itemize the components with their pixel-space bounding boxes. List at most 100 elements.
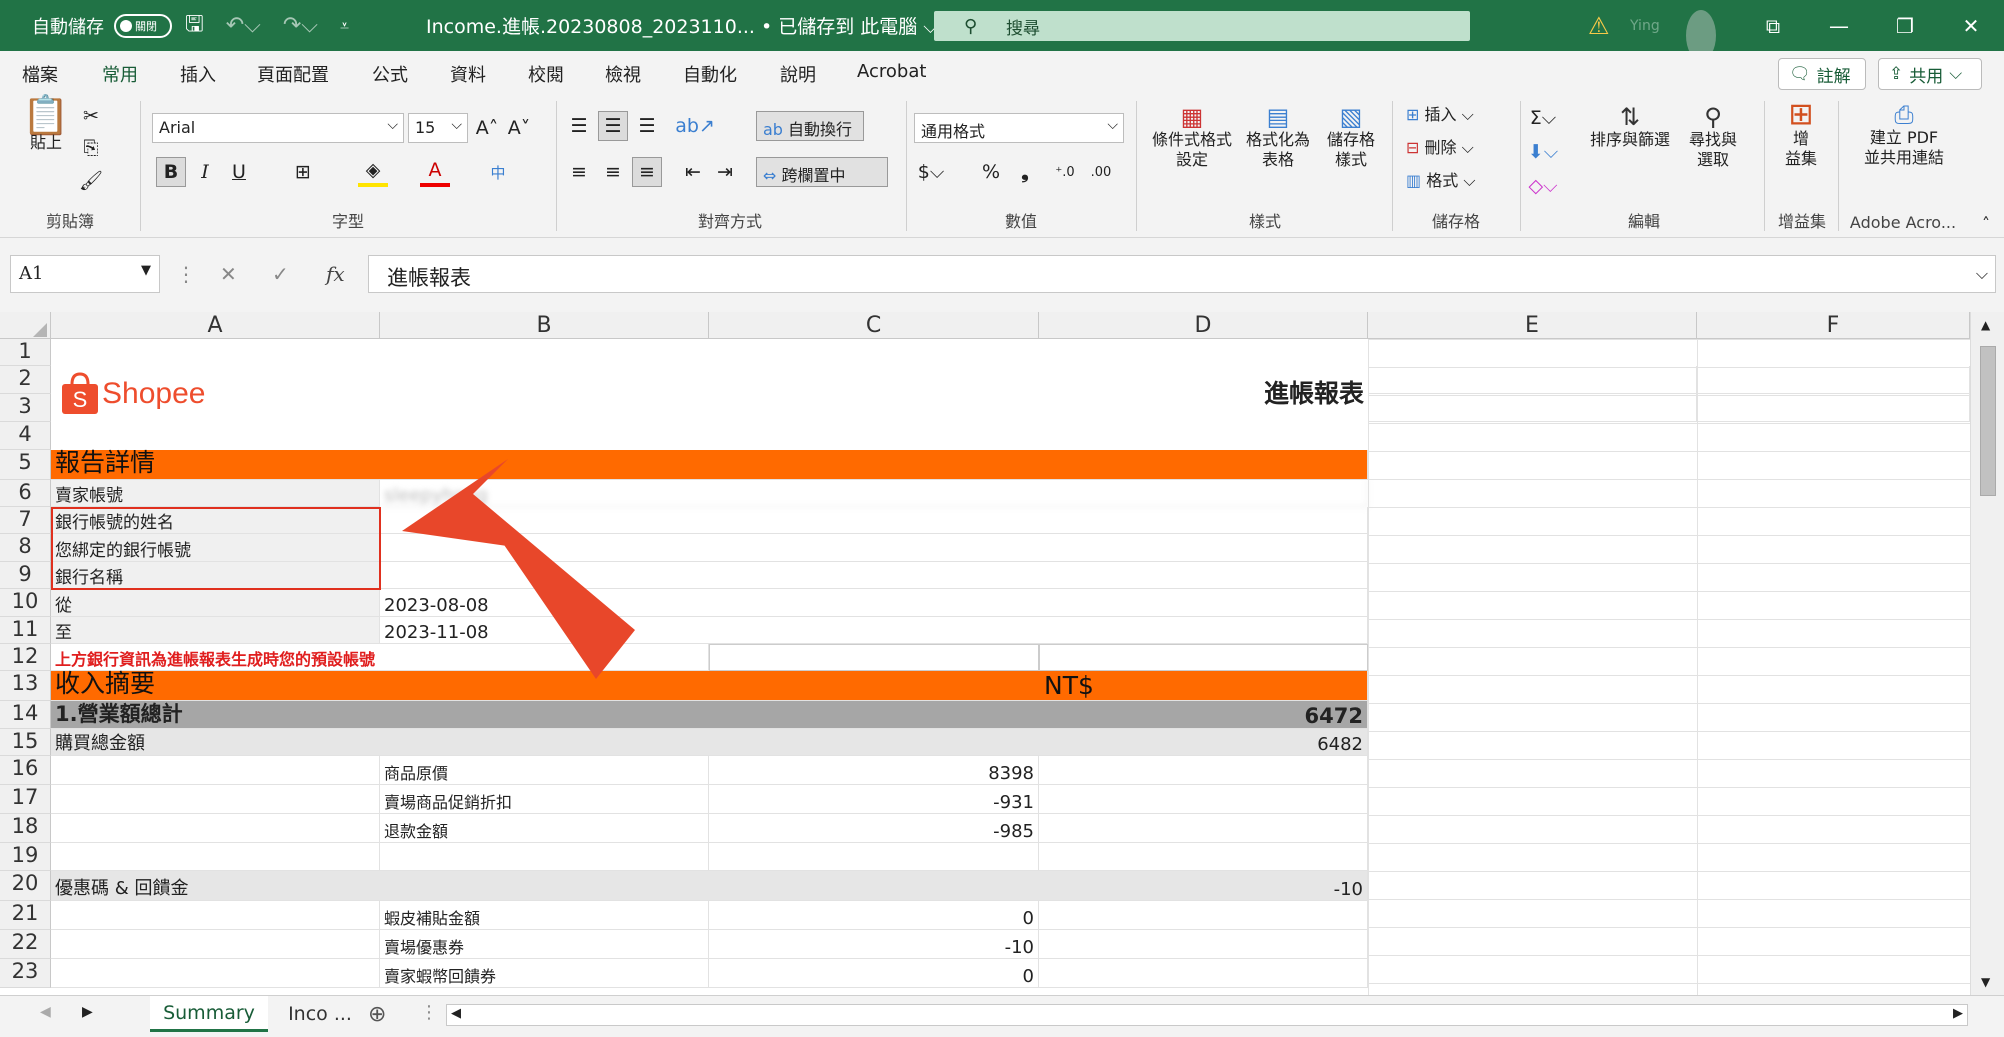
align-top-icon[interactable]: ☰ xyxy=(564,111,594,141)
orientation-icon[interactable]: ab↗ xyxy=(675,111,715,141)
insert-cells-button[interactable]: ⊞ 插入 ⌵ xyxy=(1406,105,1474,125)
user-name[interactable]: Ying xyxy=(1630,0,1660,51)
row-header[interactable]: 4 xyxy=(0,422,51,450)
merge-center-button[interactable]: ⇔ 跨欄置中 xyxy=(756,157,888,187)
shopee-subsidy-label[interactable]: 蝦皮補貼金額 xyxy=(380,901,709,930)
seller-voucher-label[interactable]: 賣場優惠券 xyxy=(380,930,709,959)
italic-button[interactable]: I xyxy=(190,157,220,187)
row-header[interactable]: 13 xyxy=(0,671,51,701)
collapse-ribbon-icon[interactable]: ˄ xyxy=(1982,214,1990,233)
fill-color-icon[interactable]: ◈ xyxy=(358,157,388,187)
search-box[interactable]: ⚲ 搜尋 xyxy=(934,11,1470,41)
enter-icon[interactable]: ✓ xyxy=(272,262,289,286)
wrap-text-button[interactable]: ab 自動換行 xyxy=(756,111,864,141)
ribbon-display-icon[interactable]: ⧉ xyxy=(1740,14,1806,38)
sort-filter-button[interactable]: ⇅ 排序與篩選 xyxy=(1582,105,1678,150)
bank-holder-label[interactable]: 銀行帳號的姓名 xyxy=(51,507,380,534)
tab-view[interactable]: 檢視 xyxy=(605,61,641,87)
cell[interactable] xyxy=(1039,959,1368,988)
conditional-format-button[interactable]: ▦ 條件式格式 設定 xyxy=(1148,105,1236,170)
tab-home[interactable]: 常用 xyxy=(102,61,138,96)
increase-decimal-icon[interactable]: ⁺.0 xyxy=(1050,157,1080,187)
to-date[interactable]: 2023-11-08 xyxy=(380,617,1368,644)
column-header-d[interactable]: D xyxy=(1039,312,1368,339)
tab-help[interactable]: 說明 xyxy=(780,61,816,87)
row-header[interactable]: 20 xyxy=(0,871,51,901)
item-price-label[interactable]: 商品原價 xyxy=(380,756,709,785)
bold-button[interactable]: B xyxy=(156,157,186,187)
document-title[interactable]: Income.進帳.20230808_2023110... • 已儲存到 此電腦… xyxy=(426,0,938,51)
align-center-icon[interactable]: ≡ xyxy=(598,157,628,187)
customize-qat-icon[interactable]: ⩡ xyxy=(340,16,349,36)
row-header[interactable]: 21 xyxy=(0,901,51,930)
bank-name-value[interactable] xyxy=(380,562,1368,589)
underline-button[interactable]: U xyxy=(224,157,254,187)
seller-coin-value[interactable]: 0 xyxy=(709,959,1039,988)
select-all-corner[interactable] xyxy=(0,312,51,339)
percent-icon[interactable]: % xyxy=(976,157,1006,187)
cell[interactable] xyxy=(51,930,380,959)
phonetic-icon[interactable]: 中 xyxy=(483,157,513,187)
comma-icon[interactable]: ❟ xyxy=(1010,157,1040,187)
cell[interactable] xyxy=(1697,394,1970,422)
tab-file[interactable]: 檔案 xyxy=(22,61,58,87)
format-as-table-button[interactable]: ▤ 格式化為 表格 xyxy=(1240,105,1316,170)
tab-data[interactable]: 資料 xyxy=(450,61,486,87)
row-header[interactable]: 17 xyxy=(0,785,51,814)
cell[interactable] xyxy=(1697,366,1970,394)
cancel-icon[interactable]: ✕ xyxy=(220,262,237,286)
create-pdf-button[interactable]: ⎙ 建立 PDF 並共用連結 xyxy=(1844,103,1964,168)
row-header[interactable]: 11 xyxy=(0,617,51,644)
column-header-f[interactable]: F xyxy=(1697,312,1970,339)
align-bottom-icon[interactable]: ☰ xyxy=(632,111,662,141)
row-header[interactable]: 6 xyxy=(0,480,51,507)
row-header[interactable]: 3 xyxy=(0,394,51,422)
number-format-select[interactable]: 通用格式 ⌵ xyxy=(914,113,1124,143)
section-header-income[interactable]: 收入摘要 NT$ xyxy=(51,669,1368,701)
warning-icon[interactable]: ⚠ xyxy=(1588,0,1610,51)
column-header-e[interactable]: E xyxy=(1368,312,1697,339)
close-icon[interactable]: ✕ xyxy=(1938,14,2004,38)
row-header[interactable]: 1 xyxy=(0,339,51,366)
cell[interactable] xyxy=(1039,930,1368,959)
restore-icon[interactable]: ❐ xyxy=(1872,14,1938,38)
column-header-a[interactable]: A xyxy=(51,312,380,339)
align-middle-icon[interactable]: ☰ xyxy=(598,111,628,141)
undo-icon[interactable]: ↶⌵ xyxy=(226,13,261,38)
cell[interactable] xyxy=(1039,843,1368,871)
cell[interactable] xyxy=(709,843,1039,871)
tab-formulas[interactable]: 公式 xyxy=(372,61,408,87)
cell[interactable] xyxy=(51,901,380,930)
row-header[interactable]: 10 xyxy=(0,589,51,617)
insert-function-icon[interactable]: fx xyxy=(326,262,345,286)
increase-font-icon[interactable]: A˄ xyxy=(472,113,502,143)
cell[interactable] xyxy=(1039,785,1368,814)
align-right-icon[interactable]: ≡ xyxy=(632,157,662,187)
save-icon[interactable]: 🖫 xyxy=(185,7,204,45)
align-left-icon[interactable]: ≡ xyxy=(564,157,594,187)
font-color-icon[interactable]: A xyxy=(420,157,450,187)
bank-account-value[interactable] xyxy=(380,534,1368,562)
decrease-font-icon[interactable]: A˅ xyxy=(504,113,534,143)
row-header[interactable]: 15 xyxy=(0,729,51,756)
prev-sheet-icon[interactable]: ◀ xyxy=(40,1004,51,1020)
row-header[interactable]: 18 xyxy=(0,814,51,843)
bank-holder-value[interactable] xyxy=(380,507,1368,534)
sheet-tab-income[interactable]: Inco ... xyxy=(280,996,360,1032)
format-cells-button[interactable]: ▥ 格式 ⌵ xyxy=(1406,171,1475,191)
sheet-tab-summary[interactable]: Summary xyxy=(150,996,268,1032)
scroll-down-icon[interactable]: ▼ xyxy=(1981,975,1990,989)
autosave-control[interactable]: 自動儲存 關閉 xyxy=(32,0,172,51)
clear-icon[interactable]: ◇⌵ xyxy=(1528,171,1558,201)
add-sheet-icon[interactable]: ⊕ xyxy=(368,1002,386,1027)
row-header[interactable]: 14 xyxy=(0,701,51,729)
tab-acrobat[interactable]: Acrobat xyxy=(857,61,926,82)
row-header[interactable]: 12 xyxy=(0,644,51,671)
vertical-scrollbar[interactable]: ▲ ▼ xyxy=(1970,312,2004,995)
minimize-icon[interactable]: — xyxy=(1806,14,1872,38)
refund-label[interactable]: 退款金額 xyxy=(380,814,709,843)
cell[interactable] xyxy=(1368,394,1697,422)
redo-icon[interactable]: ↷⌵ xyxy=(283,13,318,38)
cell[interactable] xyxy=(51,785,380,814)
column-header-b[interactable]: B xyxy=(380,312,709,339)
